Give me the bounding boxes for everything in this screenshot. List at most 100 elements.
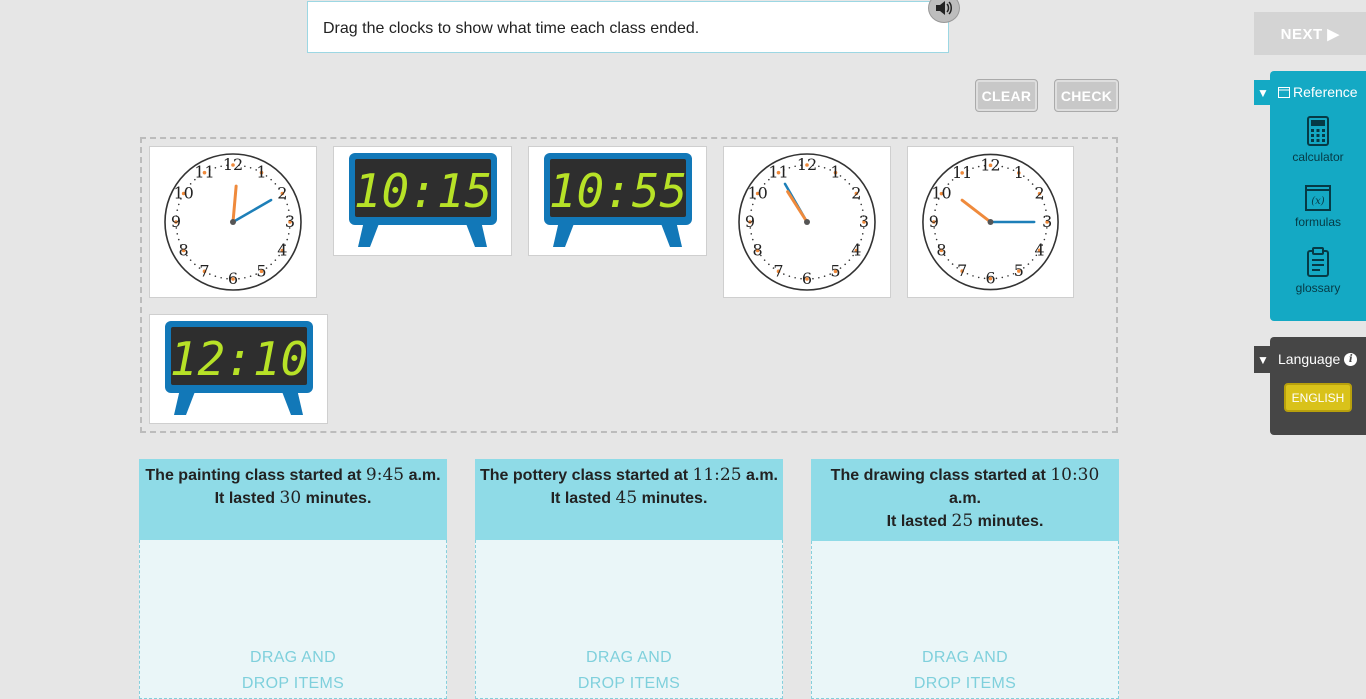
- drop-zone-painting[interactable]: The painting class started at 9:45 a.m. …: [139, 459, 447, 699]
- tick-mark: [861, 233, 864, 235]
- glossary-button[interactable]: glossary: [1270, 247, 1366, 295]
- tick-mark: [951, 263, 954, 265]
- clock-number: 8: [936, 240, 946, 259]
- clock-number: 11: [194, 163, 214, 182]
- digital-clock: 12:10: [165, 321, 313, 415]
- digital-clock: 10:15: [349, 153, 497, 247]
- digital-clock-card[interactable]: 10:15: [333, 146, 512, 256]
- language-title: Language i: [1278, 351, 1358, 367]
- clock-number: 12: [980, 155, 1000, 174]
- tick-mark: [995, 277, 998, 280]
- tick-mark: [977, 165, 980, 168]
- info-icon[interactable]: i: [1344, 352, 1358, 366]
- english-button[interactable]: ENGLISH: [1284, 383, 1352, 412]
- reference-title[interactable]: Reference: [1278, 84, 1358, 100]
- zone-header: The painting class started at 9:45 a.m. …: [139, 459, 447, 540]
- clock-number: 7: [199, 261, 209, 280]
- clock-number: 1: [1014, 163, 1024, 182]
- tick-mark: [972, 167, 974, 169]
- tick-mark: [1007, 275, 1009, 277]
- clock-number: 8: [179, 241, 189, 260]
- tick-mark: [238, 277, 240, 280]
- clear-button[interactable]: CLEAR: [975, 79, 1038, 112]
- analog-clock-card[interactable]: 1 2 3 4 5 6 7 8 9 10 11 12: [723, 146, 891, 298]
- tick-mark: [768, 263, 770, 266]
- clock-number: 5: [1014, 261, 1024, 280]
- language-panel: Language i ENGLISH: [1270, 337, 1366, 435]
- tick-mark: [1043, 203, 1046, 206]
- tick-mark: [823, 166, 826, 169]
- clock-pivot: [804, 219, 810, 225]
- formulas-button[interactable]: (x) formulas: [1270, 185, 1366, 229]
- tick-mark: [249, 275, 252, 278]
- clock-number: 4: [851, 241, 861, 260]
- tick-mark: [244, 276, 246, 279]
- tick-mark: [287, 209, 290, 211]
- clock-number: 10: [173, 184, 193, 203]
- tick-mark: [794, 165, 796, 168]
- clipboard-icon: [1307, 247, 1329, 277]
- check-button[interactable]: CHECK: [1054, 79, 1119, 112]
- clock-number: 4: [1035, 240, 1045, 259]
- tick-mark: [244, 165, 246, 168]
- clock-number: 9: [171, 212, 181, 231]
- next-button[interactable]: NEXT ▶: [1254, 12, 1366, 55]
- digital-clock-card[interactable]: 12:10: [149, 314, 328, 424]
- audio-button[interactable]: [928, 0, 960, 23]
- drop-zone-pottery[interactable]: The pottery class started at 11:25 a.m. …: [475, 459, 783, 699]
- drop-zone-drawing[interactable]: The drawing class started at 10:30 a.m. …: [811, 459, 1119, 699]
- digital-time: 10:15: [354, 164, 492, 218]
- clock-number: 10: [747, 184, 767, 203]
- tick-mark: [848, 259, 851, 261]
- drop-hint: DRAG AND DROP ITEMS: [241, 649, 345, 692]
- drop-area[interactable]: DRAG AND DROP ITEMS: [811, 541, 1119, 699]
- clock-number: 3: [285, 212, 295, 231]
- clock-number: 3: [1042, 212, 1052, 231]
- analog-clock-card[interactable]: 1 2 3 4 5 6 7 8 9 10 11 12: [149, 146, 317, 298]
- clock-number: 7: [773, 261, 783, 280]
- tick-mark: [860, 203, 863, 206]
- zone-header: The drawing class started at 10:30 a.m. …: [811, 459, 1119, 541]
- clock-number: 7: [957, 261, 967, 280]
- tick-mark: [274, 259, 277, 261]
- svg-text:(x): (x): [1311, 196, 1325, 207]
- tick-mark: [818, 276, 820, 279]
- clock-number: 12: [223, 155, 243, 174]
- speaker-icon: [936, 1, 952, 15]
- analog-clock-card[interactable]: 1 2 3 4 5 6 7 8 9 10 11 12: [907, 146, 1074, 298]
- clock-number: 4: [277, 241, 287, 260]
- clock-number: 8: [753, 241, 763, 260]
- tick-mark: [788, 275, 791, 278]
- drop-area[interactable]: DRAG AND DROP ITEMS: [139, 540, 447, 699]
- digital-clock-card[interactable]: 10:55: [528, 146, 707, 256]
- drop-hint: DRAG AND DROP ITEMS: [913, 649, 1017, 692]
- tick-mark: [751, 203, 754, 206]
- tick-mark: [177, 203, 180, 206]
- drop-area[interactable]: DRAG AND DROP ITEMS: [475, 540, 783, 699]
- tick-mark: [848, 183, 851, 185]
- clock-number: 2: [277, 184, 287, 203]
- clock-number: 1: [830, 163, 840, 182]
- analog-clock: 1234567891011 12: [738, 153, 876, 291]
- tick-mark: [947, 259, 950, 261]
- clock-number: 10: [931, 184, 951, 203]
- clock-number: 6: [802, 269, 812, 288]
- tick-mark: [763, 259, 766, 261]
- reference-panel: Reference calculator (x) formulas glossa…: [1270, 71, 1366, 321]
- window-icon: [1278, 86, 1290, 98]
- clock-number: 1: [256, 163, 266, 182]
- tick-mark: [220, 276, 222, 279]
- clock-number: 12: [797, 155, 817, 174]
- tick-mark: [1027, 263, 1030, 265]
- formulas-icon: (x): [1305, 185, 1331, 211]
- tick-mark: [1045, 209, 1047, 212]
- tick-mark: [1045, 232, 1047, 235]
- tick-mark: [274, 183, 277, 185]
- tick-mark: [977, 276, 980, 279]
- tick-mark: [794, 276, 796, 279]
- clock-number: 3: [859, 212, 869, 231]
- tick-mark: [214, 166, 217, 169]
- tick-mark: [823, 275, 826, 278]
- clock-number: 2: [851, 184, 861, 203]
- calculator-button[interactable]: calculator: [1270, 116, 1366, 164]
